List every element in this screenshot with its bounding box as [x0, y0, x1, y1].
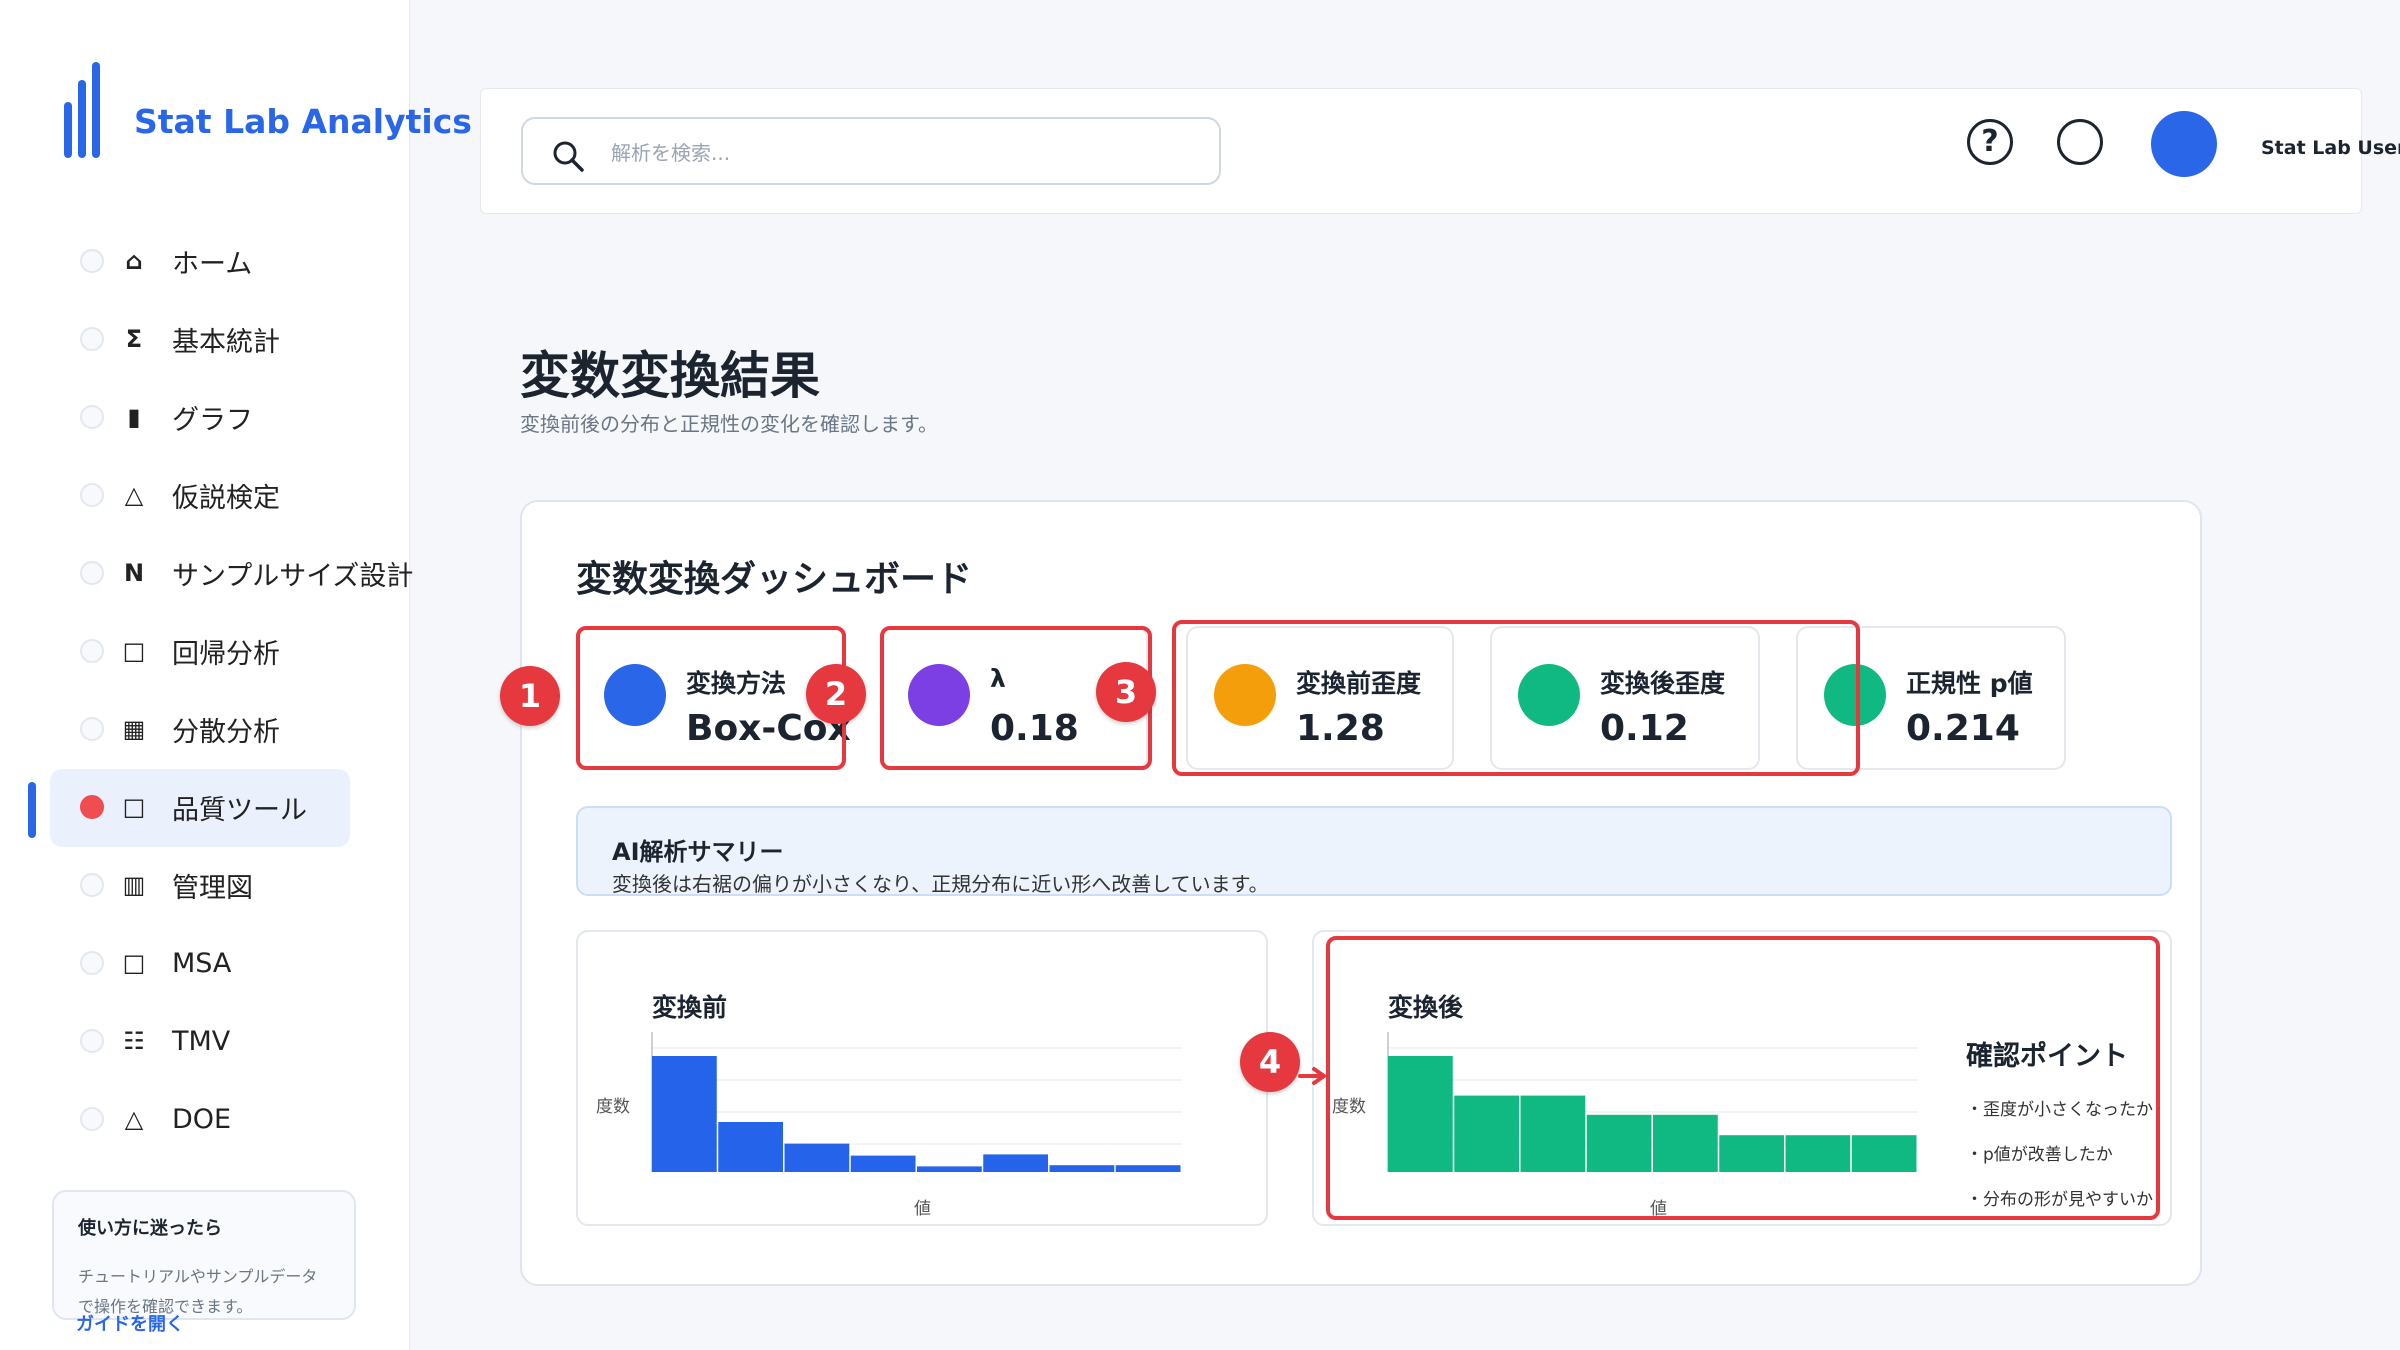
sidebar-item[interactable]: △ 仮説検定: [48, 456, 408, 534]
sigma-icon: Σ: [125, 325, 143, 353]
sidebar-item[interactable]: □ 品質ツール: [48, 768, 408, 847]
kpi-value: 0.214: [1906, 708, 2020, 749]
sidebar-item[interactable]: ▦ 分散分析: [48, 690, 408, 768]
columns-icon: ▥: [122, 871, 146, 899]
ai-summary-title: AI解析サマリー: [612, 838, 784, 866]
sidebar-item-label: ホーム: [172, 248, 253, 280]
histogram-bar: [917, 1166, 982, 1172]
sidebar-item[interactable]: ⌂ ホーム: [48, 222, 408, 300]
status-dot-icon: [80, 639, 104, 663]
highlight-box: [1172, 620, 1860, 776]
histogram-bar: [850, 1155, 916, 1172]
status-dot-icon: [80, 951, 104, 975]
triangle-icon: △: [124, 1105, 144, 1133]
sidebar-item[interactable]: ☷ TMV: [48, 1002, 408, 1080]
sidebar-item-label: DOE: [172, 1103, 232, 1135]
status-dot-icon: [80, 795, 104, 819]
histogram-bar: [1115, 1165, 1181, 1172]
status-dot-icon: [80, 327, 104, 351]
avatar[interactable]: [2151, 111, 2217, 177]
n-icon: N: [123, 559, 145, 587]
histogram-bar: [718, 1122, 783, 1172]
nav-fade: [48, 1172, 388, 1192]
active-indicator: [28, 782, 36, 838]
annotation-badge: 2: [806, 664, 866, 724]
chart-title: 変換前: [652, 993, 728, 1022]
x-axis-label: 値: [914, 1199, 931, 1219]
status-dot-icon: [80, 249, 104, 273]
bar-logo-icon: [64, 62, 100, 158]
sidebar-item-label: 基本統計: [172, 326, 280, 358]
status-dot-icon: [80, 405, 104, 429]
sidebar-item-label: 管理図: [172, 872, 253, 904]
sidebar-item[interactable]: △ DOE: [48, 1080, 408, 1158]
list-icon: ☷: [123, 1027, 145, 1055]
page-subtitle: 変換前後の分布と正規性の変化を確認します。: [520, 412, 938, 436]
status-dot-icon: [80, 873, 104, 897]
annotation-badge: 3: [1096, 662, 1156, 722]
status-dot-icon: [80, 1029, 104, 1053]
help-card-title: 使い方に迷ったら: [78, 1218, 222, 1239]
status-dot-icon: [80, 717, 104, 741]
sidebar-item-label: 仮説検定: [172, 482, 280, 514]
annotation-badge: 1: [500, 666, 560, 726]
help-icon[interactable]: ?: [1967, 119, 2013, 165]
annotation-badge: 4: [1240, 1032, 1300, 1092]
brand-logo[interactable]: Stat Lab Analytics: [64, 62, 472, 158]
ai-summary: AI解析サマリー 変換後は右裾の偏りが小さくなり、正規分布に近い形へ改善していま…: [576, 806, 2172, 896]
sidebar-item-label: 回帰分析: [172, 638, 280, 670]
triangle-icon: △: [124, 481, 144, 509]
dashboard-title: 変数変換ダッシュボード: [576, 559, 973, 600]
sidebar-item-label: 品質ツール: [172, 794, 307, 826]
search-input[interactable]: [611, 133, 1191, 173]
status-dot-icon: [80, 483, 104, 507]
sidebar-item-label: サンプルサイズ設計: [172, 560, 414, 592]
sidebar-item-label: TMV: [172, 1025, 231, 1057]
sidebar-item[interactable]: □ 回帰分析: [48, 612, 408, 690]
kpi-label: 正規性 p値: [1906, 669, 2033, 698]
help-card: 使い方に迷ったら チュートリアルやサンプルデータで操作を確認できます。: [52, 1190, 356, 1320]
sidebar-item-label: MSA: [172, 947, 232, 979]
sidebar-item[interactable]: □ MSA: [48, 924, 408, 1002]
sidebar-item[interactable]: Σ 基本統計: [48, 300, 408, 378]
search-box[interactable]: [521, 117, 1221, 185]
histogram-bar: [652, 1056, 717, 1172]
highlight-box: [1326, 936, 2160, 1220]
sidebar-item-label: グラフ: [172, 404, 253, 436]
sidebar-item[interactable]: N サンプルサイズ設計: [48, 534, 413, 612]
sidebar-nav: ⌂ ホーム Σ 基本統計 ▮ グラフ △ 仮説検定 N サンプルサイズ設計 □ 回帰分析 ▦ 分散分析 □ 品…: [48, 222, 413, 1158]
sidebar: Stat Lab Analytics ⌂ ホーム Σ 基本統計 ▮ グラフ △ 仮説検定 N サン…: [0, 0, 472, 1350]
search-icon: [553, 141, 584, 172]
sidebar-item[interactable]: ▥ 管理図: [48, 846, 408, 924]
y-axis-label: 度数: [596, 1097, 630, 1117]
grid-icon: ▦: [122, 715, 146, 743]
histogram-bar: [784, 1143, 850, 1172]
sidebar-item-label: 分散分析: [172, 716, 280, 748]
user-name[interactable]: Stat Lab User: [2261, 137, 2400, 159]
open-guide-link[interactable]: ガイドを開く: [76, 1310, 184, 1336]
chart-before-panel: 変換前 度数 値: [576, 930, 1268, 1226]
arrow-icon: [1298, 1067, 1328, 1085]
histogram-bar: [1049, 1165, 1115, 1172]
ai-summary-text: 変換後は右裾の偏りが小さくなり、正規分布に近い形へ改善しています。: [612, 872, 1269, 896]
brand-name: Stat Lab Analytics: [134, 102, 472, 141]
status-dot-icon: [80, 561, 104, 585]
square-icon: □: [122, 793, 146, 821]
bar-chart-icon: ▮: [127, 403, 141, 431]
notification-icon[interactable]: [2057, 119, 2103, 165]
page-title: 変数変換結果: [520, 347, 820, 405]
home-icon: ⌂: [125, 247, 143, 275]
square-icon: □: [122, 949, 146, 977]
top-header: ? Stat Lab User: [480, 88, 2400, 214]
status-dot-icon: [80, 1107, 104, 1131]
sidebar-item[interactable]: ▮ グラフ: [48, 378, 408, 456]
histogram-before: [651, 1032, 1182, 1172]
histogram-bar: [983, 1154, 1048, 1172]
square-icon: □: [122, 637, 146, 665]
